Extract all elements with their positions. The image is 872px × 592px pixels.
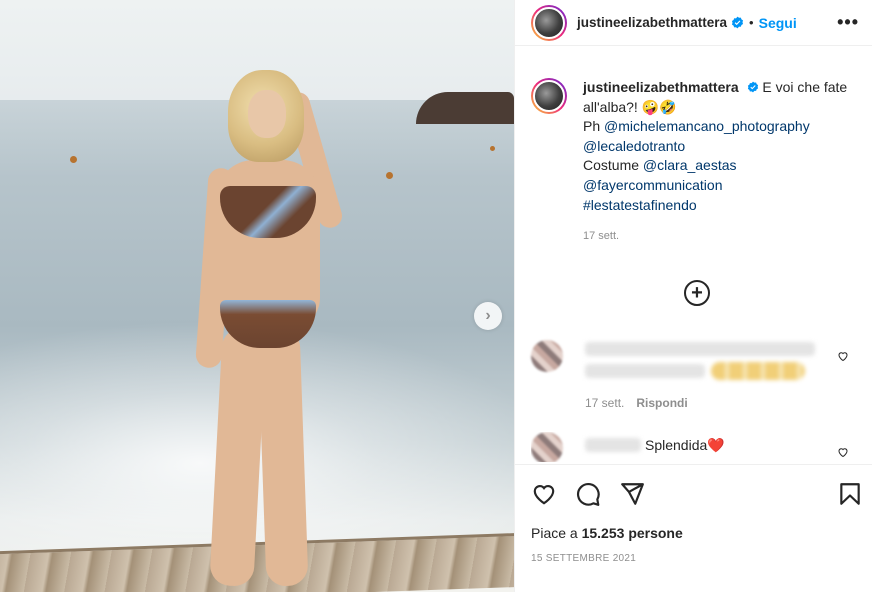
like-comment-heart-icon[interactable] bbox=[837, 350, 849, 362]
photo-buoy bbox=[386, 172, 393, 179]
blurred-comment-text bbox=[585, 364, 705, 378]
mention-link[interactable]: @lecaledotranto bbox=[583, 137, 847, 157]
post-caption: justineelizabethmattera E voi che fate a… bbox=[531, 78, 857, 247]
comment-text-body: Splendida bbox=[645, 437, 708, 453]
likes-number: 15.253 bbox=[581, 525, 625, 541]
mention-link[interactable]: @clara_aestas bbox=[643, 157, 737, 173]
avatar[interactable] bbox=[531, 432, 563, 462]
follow-button[interactable]: Segui bbox=[759, 15, 797, 31]
save-bookmark-icon[interactable] bbox=[837, 481, 863, 507]
separator-dot: • bbox=[749, 15, 754, 30]
post-header: justineelizabethmattera • Segui ••• bbox=[515, 0, 872, 46]
comment: 17 sett. Rispondi bbox=[531, 338, 857, 410]
blurred-comment-text bbox=[585, 342, 815, 356]
instagram-post: › justineelizabethmattera • Segui ••• ju… bbox=[0, 0, 872, 592]
photo-buoy bbox=[490, 146, 495, 151]
comment: Splendida❤️ bbox=[531, 432, 857, 462]
caption-username[interactable]: justineelizabethmattera bbox=[583, 79, 739, 95]
chevron-right-icon: › bbox=[485, 307, 491, 324]
caption-text: E voi che fate bbox=[762, 79, 848, 95]
caption-body: justineelizabethmattera E voi che fate a… bbox=[583, 78, 847, 247]
comment-meta: 17 sett. Rispondi bbox=[585, 396, 688, 410]
likes-count[interactable]: Piace a 15.253 persone bbox=[531, 525, 683, 541]
verified-badge-icon bbox=[732, 16, 744, 29]
hashtag-link[interactable]: #lestatestafinendo bbox=[583, 196, 847, 216]
caption-text: all'alba?! 🤪🤣 bbox=[583, 98, 677, 115]
author-username[interactable]: justineelizabethmattera bbox=[577, 15, 727, 30]
person-leg bbox=[257, 327, 309, 587]
like-comment-heart-icon[interactable] bbox=[837, 446, 849, 458]
post-actions: Piace a 15.253 persone 15 SETTEMBRE 2021 bbox=[515, 464, 872, 592]
comment-text: Splendida❤️ bbox=[645, 437, 725, 454]
load-more-comments-icon[interactable]: + bbox=[684, 280, 710, 306]
comment-timestamp[interactable]: 17 sett. bbox=[585, 396, 624, 410]
photo-buoy bbox=[70, 156, 77, 163]
person-face bbox=[248, 90, 286, 138]
red-heart-emoji: ❤️ bbox=[707, 437, 725, 453]
comment-bubble-icon[interactable] bbox=[575, 481, 601, 507]
like-heart-icon[interactable] bbox=[531, 481, 557, 507]
share-paper-plane-icon[interactable] bbox=[619, 481, 645, 507]
photo-person bbox=[195, 68, 348, 592]
caption-ph-label: Ph bbox=[583, 118, 601, 135]
post-side-panel: justineelizabethmattera • Segui ••• just… bbox=[514, 0, 872, 592]
next-photo-button[interactable]: › bbox=[474, 302, 502, 330]
caption-costume-label: Costume bbox=[583, 157, 640, 174]
likes-prefix: Piace a bbox=[531, 525, 578, 541]
likes-suffix: persone bbox=[628, 525, 683, 541]
mention-link[interactable]: @michelemancano_photography bbox=[604, 118, 810, 134]
reply-button[interactable]: Rispondi bbox=[636, 396, 687, 410]
verified-badge-icon bbox=[747, 81, 758, 93]
avatar[interactable] bbox=[531, 4, 567, 41]
blurred-emoji bbox=[711, 362, 805, 380]
more-options-icon[interactable]: ••• bbox=[837, 12, 859, 33]
post-photo[interactable]: › bbox=[0, 0, 514, 592]
avatar[interactable] bbox=[531, 78, 567, 114]
mention-link[interactable]: @fayercommunication bbox=[583, 176, 847, 196]
post-date[interactable]: 15 SETTEMBRE 2021 bbox=[531, 553, 636, 564]
caption-timestamp[interactable]: 17 sett. bbox=[583, 227, 847, 247]
photo-rock bbox=[416, 92, 514, 124]
avatar[interactable] bbox=[531, 340, 563, 372]
blurred-username bbox=[585, 438, 641, 452]
